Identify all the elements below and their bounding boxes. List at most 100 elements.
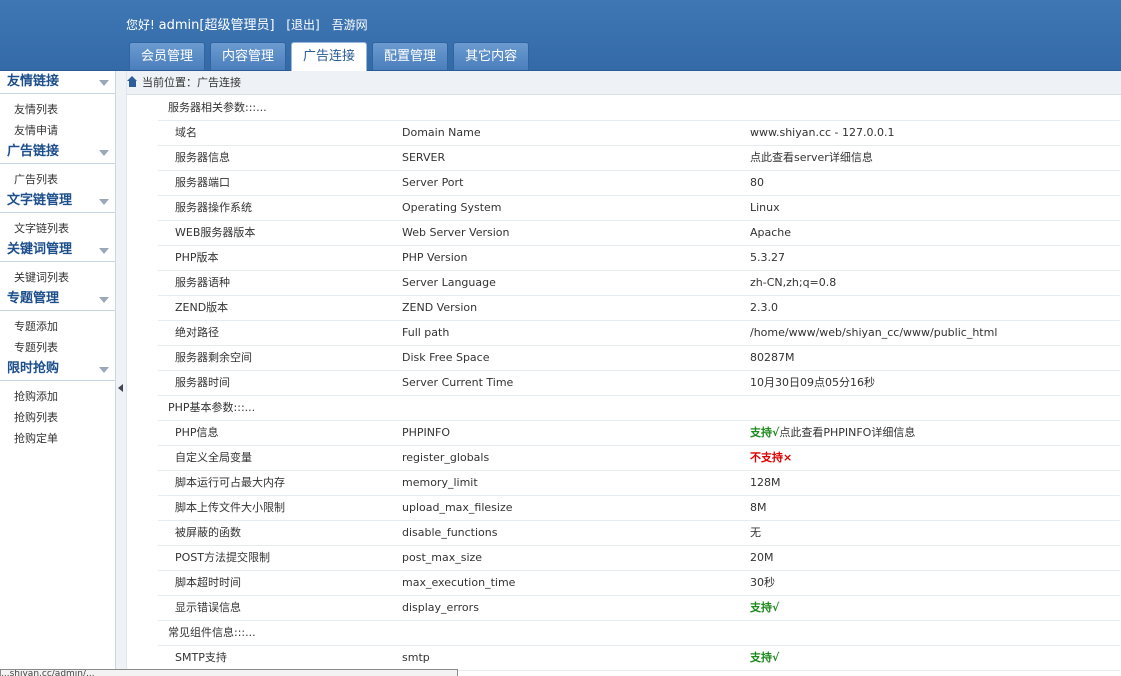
table-row: WEB服务器版本 Web Server Version Apache (158, 221, 1120, 246)
sidebar-item-text-link-list[interactable]: 文字链列表 (0, 218, 115, 239)
chevron-down-icon[interactable] (99, 150, 109, 156)
sidebar-group-title: 广告链接 (7, 144, 60, 159)
server-detail-link[interactable]: 点此查看server详细信息 (750, 146, 873, 170)
welcome-bar: 您好! admin[超级管理员] [退出] 吾游网 (126, 14, 368, 33)
current-user: admin[超级管理员] (158, 18, 275, 33)
chevron-down-icon[interactable] (99, 297, 109, 303)
top-header: 您好! admin[超级管理员] [退出] 吾游网 会员管理 内容管理 广告连接… (0, 0, 1121, 71)
table-row: PHP信息 PHPINFO 支持√点此查看PHPINFO详细信息 (158, 421, 1120, 446)
tab-ad-links[interactable]: 广告连接 (291, 42, 368, 71)
param-label: 服务器剩余空间 (175, 351, 252, 364)
param-label: 服务器端口 (175, 176, 230, 189)
param-key: ZEND Version (402, 301, 478, 314)
site-link[interactable]: 吾游网 (332, 18, 368, 32)
param-key: Server Language (402, 276, 496, 289)
sidebar-group-title: 限时抢购 (7, 361, 60, 376)
sidebar-collapse-bar[interactable] (116, 71, 127, 675)
server-info-table: 服务器相关参数:::... 域名 Domain Name www.shiyan.cc… (158, 96, 1120, 671)
param-value: Apache (750, 226, 792, 239)
param-value: 30秒 (750, 576, 775, 589)
param-key: disable_functions (402, 526, 498, 539)
sidebar-item-flash-add[interactable]: 抢购添加 (0, 386, 115, 407)
table-row: 服务器时间 Server Current Time 10月30日09点05分16秒 (158, 371, 1120, 396)
param-label: 服务器信息 (175, 151, 230, 164)
sidebar-group-title: 专题管理 (7, 291, 60, 306)
table-row: 服务器剩余空间 Disk Free Space 80287M (158, 346, 1120, 371)
param-key: Domain Name (402, 126, 481, 139)
param-label: 服务器时间 (175, 376, 230, 389)
nosupport-badge: 不支持× (750, 451, 793, 464)
chevron-down-icon[interactable] (99, 80, 109, 86)
chevron-down-icon[interactable] (99, 199, 109, 205)
sidebar-group-keywords[interactable]: 关键词管理 (0, 239, 115, 262)
home-icon (127, 76, 138, 87)
param-value: 20M (750, 551, 774, 564)
breadcrumb-text: 当前位置：广告连接 (142, 76, 241, 89)
support-badge: 支持√ (750, 651, 780, 664)
collapse-left-icon[interactable] (118, 384, 123, 392)
param-label: 绝对路径 (175, 326, 219, 339)
logout-link[interactable]: [退出] (286, 18, 319, 32)
table-row: POST方法提交限制 post_max_size 20M (158, 546, 1120, 571)
sidebar-group-text-links[interactable]: 文字链管理 (0, 190, 115, 213)
tab-other[interactable]: 其它内容 (453, 42, 530, 70)
table-row: 域名 Domain Name www.shiyan.cc - 127.0.0.1 (158, 121, 1120, 146)
sidebar-item-flash-list[interactable]: 抢购列表 (0, 407, 115, 428)
sidebar-item-flash-orders[interactable]: 抢购定单 (0, 428, 115, 449)
param-label: SMTP支持 (175, 651, 227, 664)
param-label: 显示错误信息 (175, 601, 241, 614)
sidebar-group-title: 友情链接 (7, 74, 60, 89)
param-key: PHP Version (402, 251, 468, 264)
table-row: 服务器信息 SERVER 点此查看server详细信息 (158, 146, 1120, 171)
chevron-down-icon[interactable] (99, 248, 109, 254)
param-value: 128M (750, 476, 781, 489)
param-label: 自定义全局变量 (175, 451, 252, 464)
section-title: PHP基本参数:::... (158, 396, 1120, 421)
param-label: 服务器操作系统 (175, 201, 252, 214)
param-label: ZEND版本 (175, 301, 229, 314)
sidebar-group-flash-sale[interactable]: 限时抢购 (0, 358, 115, 381)
param-value: 2.3.0 (750, 301, 778, 314)
table-row: SMTP支持 smtp 支持√ (158, 646, 1120, 671)
param-key: SERVER (402, 151, 446, 164)
table-row: 自定义全局变量 register_globals 不支持× (158, 446, 1120, 471)
sidebar-item-keyword-list[interactable]: 关键词列表 (0, 267, 115, 288)
param-key: post_max_size (402, 551, 483, 564)
param-key: Disk Free Space (402, 351, 490, 364)
param-key: Full path (402, 326, 450, 339)
sidebar-group-topics[interactable]: 专题管理 (0, 288, 115, 311)
param-label: 被屏蔽的函数 (175, 526, 241, 539)
param-label: 服务器语种 (175, 276, 230, 289)
tab-config[interactable]: 配置管理 (372, 42, 449, 70)
param-label: WEB服务器版本 (175, 226, 256, 239)
param-value: zh-CN,zh;q=0.8 (750, 276, 837, 289)
sidebar-group-friend-links[interactable]: 友情链接 (0, 71, 115, 94)
table-row: 绝对路径 Full path/home/www/web/shiyan_cc/www… (158, 321, 1120, 346)
sidebar-item-topic-add[interactable]: 专题添加 (0, 316, 115, 337)
main-tabs: 会员管理 内容管理 广告连接 配置管理 其它内容 (129, 42, 534, 71)
breadcrumb: 当前位置：广告连接 (127, 71, 1121, 95)
param-key: upload_max_filesize (402, 501, 513, 514)
table-row: 脚本超时时间 max_execution_time 30秒 (158, 571, 1120, 596)
param-label: 脚本超时时间 (175, 576, 241, 589)
table-row: 脚本上传文件大小限制 upload_max_filesize 8M (158, 496, 1120, 521)
sidebar-item-friend-list[interactable]: 友情列表 (0, 99, 115, 120)
section-title: 常见组件信息:::... (158, 621, 1120, 646)
param-value: 5.3.27 (750, 251, 785, 264)
tab-content[interactable]: 内容管理 (210, 42, 287, 70)
sidebar-item-ad-list[interactable]: 广告列表 (0, 169, 115, 190)
chevron-down-icon[interactable] (99, 367, 109, 373)
param-value: 80287M (750, 351, 795, 364)
param-key: display_errors (402, 601, 479, 614)
phpinfo-detail-link[interactable]: 点此查看PHPINFO详细信息 (779, 426, 915, 439)
tab-member[interactable]: 会员管理 (129, 42, 206, 70)
param-value: 80 (750, 176, 764, 189)
param-value: 10月30日09点05分16秒 (750, 376, 875, 389)
param-label: PHP信息 (175, 426, 219, 439)
sidebar-group-title: 文字链管理 (7, 193, 73, 208)
sidebar-item-topic-list[interactable]: 专题列表 (0, 337, 115, 358)
param-label: POST方法提交限制 (175, 551, 270, 564)
sidebar-item-friend-apply[interactable]: 友情申请 (0, 120, 115, 141)
table-row: ZEND版本 ZEND Version 2.3.0 (158, 296, 1120, 321)
sidebar-group-ad-links[interactable]: 广告链接 (0, 141, 115, 164)
